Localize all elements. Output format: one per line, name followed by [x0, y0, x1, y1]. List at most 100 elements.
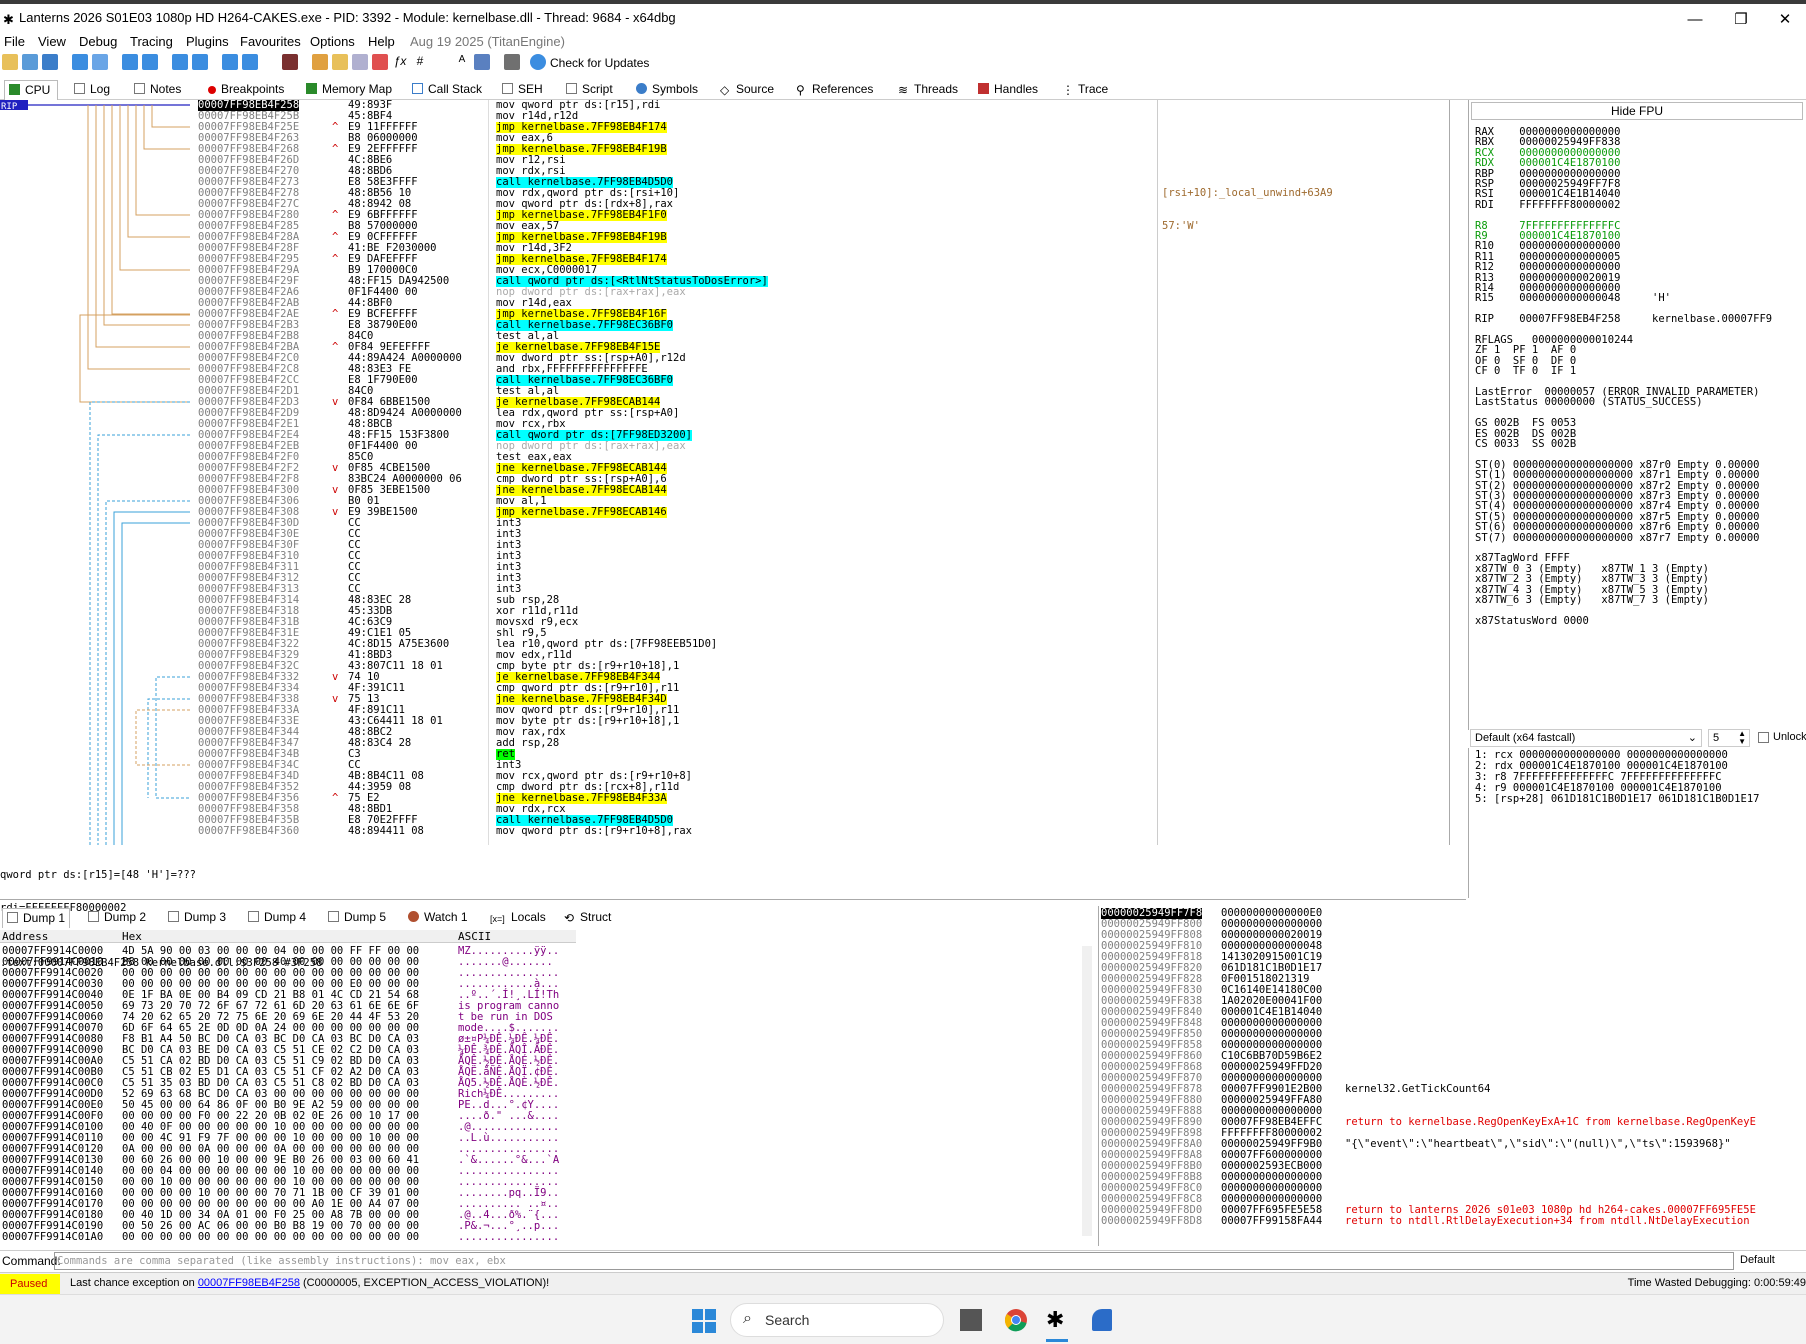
register-row[interactable]: CS 0033 SS 002B [1475, 438, 1576, 450]
tab-dump-3[interactable]: Dump 3 [164, 908, 230, 928]
update-icon[interactable] [530, 54, 546, 70]
stack-row[interactable]: 00000025949FF8C0 0000000000000000 [1099, 1183, 1806, 1194]
bookmarks-icon[interactable] [372, 54, 388, 70]
tab-struct[interactable]: ⟲ Struct [560, 908, 615, 928]
maximize-button[interactable]: ❐ [1718, 8, 1764, 32]
stack-row[interactable]: 00000025949FF868 00000025949FFD20 [1099, 1062, 1806, 1073]
start-icon[interactable] [692, 1309, 716, 1333]
close-button[interactable]: ✕ [1762, 8, 1806, 32]
stack-row[interactable]: 00000025949FF880 00000025949FFA80 [1099, 1095, 1806, 1106]
open-icon[interactable] [2, 54, 18, 70]
tab-dump-5[interactable]: Dump 5 [324, 908, 390, 928]
register-row[interactable]: x87TW_6 3 (Empty) x87TW_7 3 (Empty) [1475, 594, 1709, 606]
menu-file[interactable]: File [4, 34, 25, 49]
command-mode-select[interactable]: Default [1740, 1254, 1775, 1266]
register-row[interactable]: CF 0 TF 0 IF 1 [1475, 365, 1576, 377]
unlocked-checkbox[interactable] [1758, 732, 1769, 743]
dump-row[interactable]: 00007FF9914C01A0 00 00 00 00 00 00 00 00 … [0, 1232, 1096, 1243]
stack-row[interactable]: 00000025949FF828 0F001518021319 [1099, 974, 1806, 985]
stack-row[interactable]: 00000025949FF858 0000000000000000 [1099, 1040, 1806, 1051]
x64dbg-taskbar-icon[interactable]: ✱ [1046, 1307, 1064, 1333]
font-icon[interactable]: A [454, 54, 470, 70]
stack-row[interactable]: 00000025949FF800 0000000000000000 [1099, 919, 1806, 930]
stack-row[interactable]: 00000025949FF860 C10C6BB70D59B6E2 [1099, 1051, 1806, 1062]
chrome-icon[interactable] [1004, 1308, 1028, 1332]
register-row[interactable]: ST(7) 0000000000000000000 x87r7 Empty 0.… [1475, 532, 1759, 544]
stack-row[interactable]: 00000025949FF8B0 0000002593ECB000 [1099, 1161, 1806, 1172]
tab-dump-2[interactable]: Dump 2 [84, 908, 150, 928]
tab-call-stack[interactable]: Call Stack [408, 80, 486, 100]
tab-locals[interactable]: [x=] Locals [486, 908, 550, 928]
comments-icon[interactable] [332, 54, 348, 70]
trace-over-icon[interactable] [192, 54, 208, 70]
trace-into-icon[interactable] [172, 54, 188, 70]
stack-row[interactable]: 00000025949FF818 1413020915001C19 [1099, 952, 1806, 963]
scylla-icon[interactable] [282, 54, 298, 70]
stack-row[interactable]: 00000025949FF820 061D181C1B0D1E17 [1099, 963, 1806, 974]
restart-icon[interactable] [22, 54, 38, 70]
register-row[interactable]: x87StatusWord 0000 [1475, 615, 1589, 627]
stack-row[interactable]: 00000025949FF830 0C16140E14180C00 [1099, 985, 1806, 996]
stack-row[interactable]: 00000025949FF8D8 00007FF99158FA44 return t… [1099, 1216, 1806, 1227]
hide-fpu-button[interactable]: Hide FPU [1471, 102, 1803, 120]
tab-notes[interactable]: Notes [130, 80, 185, 100]
stack-row[interactable]: 00000025949FF878 00007FF9901E2B00 kernel32… [1099, 1084, 1806, 1095]
menu-help[interactable]: Help [368, 34, 395, 49]
tab-handles[interactable]: Handles [974, 80, 1042, 100]
close-debug-icon[interactable] [42, 54, 58, 70]
register-row[interactable]: RIP 00007FF98EB4F258 kernelbase.00007FF9 [1475, 313, 1772, 325]
command-input[interactable]: Commands are comma separated (like assem… [54, 1252, 1734, 1270]
minimize-button[interactable]: — [1672, 8, 1718, 32]
menu-debug[interactable]: Debug [79, 34, 117, 49]
menu-options[interactable]: Options [310, 34, 355, 49]
register-row[interactable]: LastStatus 00000000 (STATUS_SUCCESS) [1475, 396, 1703, 408]
tab-log[interactable]: Log [70, 80, 114, 100]
menu-view[interactable]: View [38, 34, 66, 49]
calling-convention-select[interactable]: Default (x64 fastcall) ⌄ [1470, 729, 1702, 747]
tab-threads[interactable]: ≋ Threads [894, 80, 962, 100]
app-icon[interactable] [1092, 1309, 1112, 1331]
tab-script[interactable]: Script [562, 80, 617, 100]
register-row[interactable]: RDI FFFFFFFF80000002 [1475, 199, 1620, 211]
tab-memory-map[interactable]: Memory Map [302, 80, 396, 100]
run-icon[interactable] [72, 54, 88, 70]
arg-count-spinner[interactable]: 5 ▲ ▼ [1708, 729, 1750, 747]
dump-view[interactable]: Address Hex ASCII 00007FF9914C0000 4D 5A … [0, 930, 1096, 1246]
step-over-icon[interactable] [142, 54, 158, 70]
settings-icon[interactable] [504, 54, 520, 70]
tab-dump-4[interactable]: Dump 4 [244, 908, 310, 928]
run-to-user-code-icon[interactable] [242, 54, 258, 70]
tab-watch-1[interactable]: Watch 1 [404, 908, 472, 928]
register-row[interactable]: R15 0000000000000048 'H' [1475, 292, 1671, 304]
tab-cpu[interactable]: CPU [4, 80, 58, 100]
functions-icon[interactable]: ƒx [392, 54, 408, 70]
stack-row[interactable]: 00000025949FF840 000001C4E1B14040 [1099, 1007, 1806, 1018]
stack-row[interactable]: 00000025949FF810 0000000000000048 [1099, 941, 1806, 952]
stack-row[interactable]: 00000025949FF8A8 00007FF600000000 [1099, 1150, 1806, 1161]
registers-panel[interactable]: Hide FPU RAX 0000000000000000 RBX 0000002… [1468, 100, 1806, 730]
menu-plugins[interactable]: Plugins [186, 34, 229, 49]
stack-row[interactable]: 00000025949FF8A0 00000025949FF9B0 "{\"even… [1099, 1139, 1806, 1150]
stack-row[interactable]: 00000025949FF890 00007FF98EB4EFFC return t… [1099, 1117, 1806, 1128]
patch-icon[interactable] [312, 54, 328, 70]
stack-view[interactable]: 00000025949FF7F8 00000000000000E0 00000025… [1098, 906, 1806, 1246]
stack-row[interactable]: 00000025949FF848 0000000000000000 [1099, 1018, 1806, 1029]
taskbar-search[interactable]: ⌕ Search [730, 1303, 944, 1337]
check-updates-button[interactable]: Check for Updates [550, 56, 649, 70]
tab-references[interactable]: ⚲ References [792, 80, 877, 100]
hash-icon[interactable]: # [412, 54, 428, 70]
tab-dump-1[interactable]: Dump 1 [2, 908, 71, 928]
labels-icon[interactable] [352, 54, 368, 70]
step-into-icon[interactable] [122, 54, 138, 70]
stack-row[interactable]: 00000025949FF838 1A02020E00041F00 [1099, 996, 1806, 1007]
task-view-icon[interactable] [960, 1309, 982, 1331]
tab-symbols[interactable]: Symbols [632, 80, 702, 100]
tab-trace[interactable]: ⋮ Trace [1058, 80, 1112, 100]
stack-row[interactable]: 00000025949FF7F8 00000000000000E0 [1099, 908, 1806, 919]
tab-breakpoints[interactable]: Breakpoints [204, 80, 288, 100]
disassembly-view[interactable]: RIP 00007FF98EB4F258 49:893F mov qword ptr… [0, 100, 1450, 845]
menu-favourites[interactable]: Favourites [240, 34, 301, 49]
calculator-icon[interactable] [474, 54, 490, 70]
tab-seh[interactable]: SEH [498, 80, 547, 100]
dump-scrollbar[interactable] [1082, 946, 1092, 1236]
